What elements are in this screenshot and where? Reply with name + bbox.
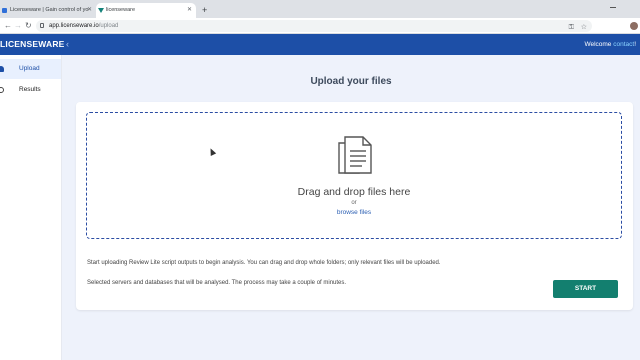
app-logo[interactable]: LICENSEWARE [0, 34, 65, 55]
welcome-message: Welcome contact! [584, 41, 636, 48]
start-button[interactable]: START [553, 280, 618, 298]
sidebar-item-label: Results [19, 86, 41, 93]
url-text: app.licenseware.io/upload [49, 23, 119, 29]
profile-avatar[interactable] [630, 22, 638, 30]
tab-title: Licenseware | Gain control of yo [10, 7, 89, 13]
back-arrow-icon[interactable]: ← [4, 19, 12, 33]
gear-icon [0, 87, 4, 93]
sidebar-item-upload[interactable]: Upload [0, 59, 61, 79]
licenseware-favicon-icon [98, 8, 104, 13]
star-icon[interactable]: ☆ [581, 22, 587, 34]
close-tab-icon[interactable]: ✕ [87, 3, 92, 18]
browser-tab-licenseware-site[interactable]: Licenseware | Gain control of yo ✕ [0, 3, 96, 18]
browser-toolbar: ← → ↻ app.licenseware.io/upload ⚿ ☆ [0, 18, 640, 34]
user-name[interactable]: contact [613, 41, 634, 48]
forward-arrow-icon[interactable]: → [14, 19, 22, 33]
address-bar[interactable]: app.licenseware.io/upload ⚿ ☆ [36, 20, 592, 32]
upload-card: Drag and drop files here or browse files… [76, 102, 633, 310]
app-header: LICENSEWARE ‹ Welcome contact! [0, 34, 640, 55]
document-icon [338, 136, 372, 174]
close-tab-icon[interactable]: ✕ [187, 3, 192, 18]
dropzone-or: or [351, 200, 357, 206]
upload-icon [0, 66, 4, 72]
sidebar-item-results[interactable]: Results [0, 80, 61, 100]
chevron-left-icon[interactable]: ‹ [66, 34, 69, 54]
plus-icon[interactable]: + [202, 4, 207, 16]
tab-title: licenseware [106, 7, 136, 13]
dropzone-title: Drag and drop files here [297, 186, 411, 198]
site-favicon-icon [2, 8, 7, 13]
lock-icon [40, 23, 44, 28]
browser-tab-strip: Licenseware | Gain control of yo ✕ licen… [0, 0, 640, 18]
key-icon[interactable]: ⚿ [569, 22, 574, 34]
analysis-note: Selected servers and databases that will… [87, 280, 347, 286]
sidebar: Upload Results [0, 55, 62, 360]
sidebar-item-label: Upload [19, 65, 40, 72]
browse-files-link[interactable]: browse files [87, 209, 621, 216]
browser-tab-licenseware-app[interactable]: licenseware ✕ [96, 3, 196, 18]
upload-instructions: Start uploading Review Lite script outpu… [87, 260, 441, 266]
file-dropzone[interactable]: Drag and drop files here or browse files [86, 112, 622, 239]
reload-icon[interactable]: ↻ [25, 19, 32, 33]
window-minimize-icon[interactable] [608, 2, 618, 12]
page-title: Upload your files [310, 76, 392, 87]
